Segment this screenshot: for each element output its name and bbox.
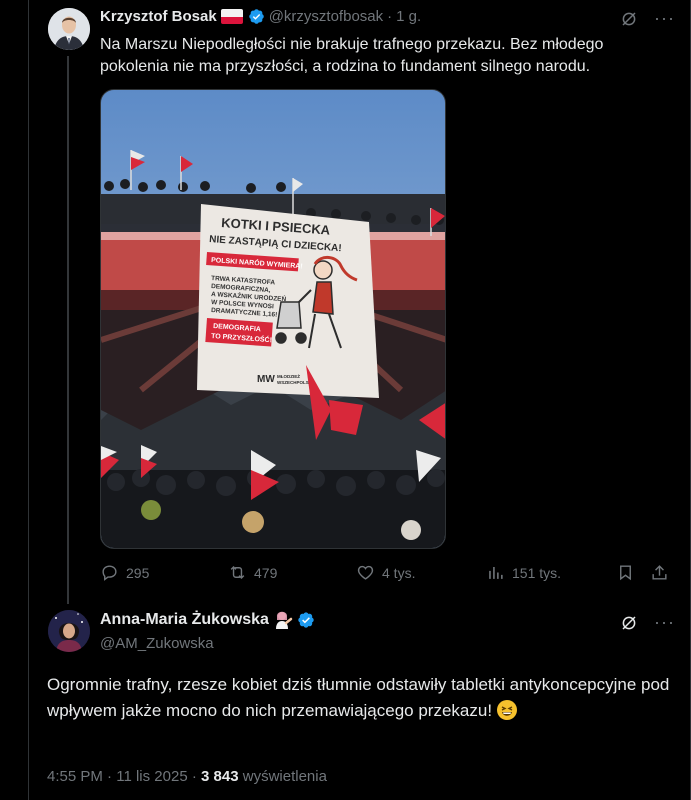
- quoted-tweet-top-actions: ···: [620, 8, 675, 29]
- share-button[interactable]: [650, 563, 669, 582]
- poland-flag-icon: [220, 9, 243, 24]
- tweet-time[interactable]: 4:55 PM: [47, 768, 103, 785]
- repost-count: 479: [254, 564, 278, 581]
- reply-button[interactable]: 295: [100, 563, 149, 582]
- march-photo-illustration: KOTKI I PSIECKA NIE ZASTĄPIĄ CI DZIECKA!…: [101, 90, 445, 548]
- quoted-tweet-header: Krzysztof Bosak @krzysztofbosak · 1 g.: [100, 8, 421, 25]
- grok-icon[interactable]: [620, 614, 638, 632]
- main-tweet-text: Ogromnie trafny, rzesze kobiet dziś tłum…: [47, 672, 677, 724]
- grinning-squinting-face-emoji-icon: [496, 700, 517, 720]
- avatar[interactable]: [48, 8, 90, 50]
- like-button[interactable]: 4 tys.: [356, 563, 415, 582]
- heart-icon: [357, 565, 374, 580]
- views-button[interactable]: 151 tys.: [486, 563, 561, 582]
- quoted-tweet-text: Na Marszu Niepodległości nie brakuje tra…: [100, 36, 604, 75]
- banner-logo: MW: [257, 374, 275, 385]
- author-name[interactable]: Anna-Maria Żukowska: [100, 611, 269, 629]
- tweet-age[interactable]: 1 g.: [396, 8, 421, 25]
- verified-badge-icon[interactable]: [248, 8, 265, 25]
- author-name[interactable]: Krzysztof Bosak: [100, 8, 217, 25]
- grok-icon[interactable]: [620, 10, 638, 28]
- views-count: 151 tys.: [512, 564, 562, 581]
- reply-icon: [102, 565, 117, 581]
- person-tipping-hand-emoji-icon: [275, 611, 293, 629]
- repost-icon: [230, 565, 245, 580]
- avatar-photo: [48, 8, 90, 50]
- tweet-metadata: 4:55 PM · 11 lis 2025 · 3 843 wyświetlen…: [47, 768, 327, 785]
- separator-dot: ·: [387, 8, 393, 25]
- tweet-photo[interactable]: KOTKI I PSIECKA NIE ZASTĄPIĄ CI DZIECKA!…: [100, 89, 446, 549]
- bookmark-icon: [620, 565, 631, 581]
- views-label: wyświetlenia: [242, 768, 327, 785]
- author-handle[interactable]: @krzysztofbosak: [269, 8, 383, 25]
- verified-badge-icon[interactable]: [297, 611, 315, 629]
- share-icon: [652, 565, 667, 580]
- main-tweet-text-content: Ogromnie trafny, rzesze kobiet dziś tłum…: [47, 675, 670, 720]
- more-options-icon[interactable]: ···: [654, 8, 675, 29]
- reply-count: 295: [126, 564, 150, 581]
- more-options-icon[interactable]: ···: [654, 612, 675, 633]
- avatar-photo: [48, 610, 90, 652]
- author-handle[interactable]: @AM_Zukowska: [100, 635, 214, 652]
- column-border-left: [28, 0, 29, 800]
- banner-logo-text-line1: MŁODZIEŻ: [277, 373, 300, 379]
- main-tweet-top-actions: ···: [620, 612, 675, 633]
- views-icon: [489, 566, 503, 579]
- bookmark-button[interactable]: [616, 563, 635, 582]
- quoted-tweet-actions: 295 479 4 tys. 151 tys.: [100, 563, 680, 585]
- like-count: 4 tys.: [382, 564, 416, 581]
- repost-button[interactable]: 479: [228, 563, 277, 582]
- views-count: 3 843: [201, 768, 239, 785]
- separator-dot: ·: [107, 768, 113, 785]
- author-name-row: Anna-Maria Żukowska: [100, 610, 315, 630]
- tweet-date[interactable]: 11 lis 2025: [116, 768, 187, 785]
- thread-connector-line: [67, 56, 69, 604]
- separator-dot: ·: [191, 768, 197, 785]
- avatar[interactable]: [48, 610, 90, 652]
